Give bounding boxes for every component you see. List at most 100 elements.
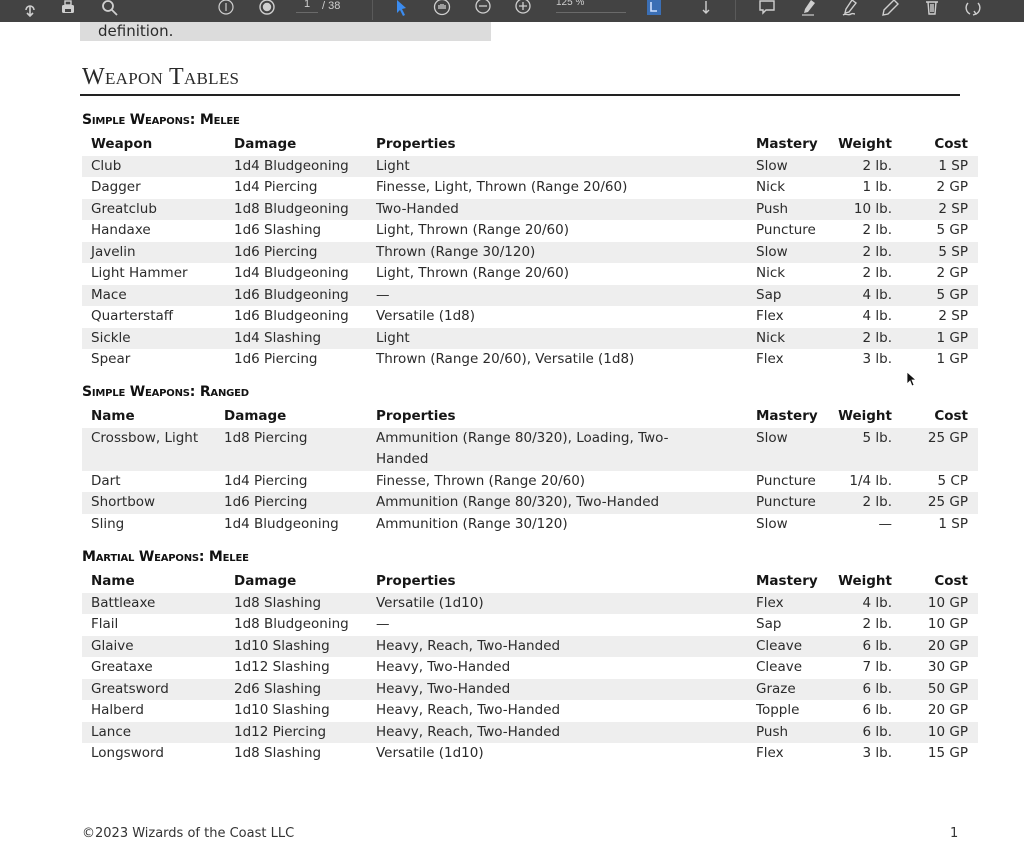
print-icon[interactable] xyxy=(57,0,79,18)
edit-icon[interactable] xyxy=(879,0,901,18)
cell-name: Spear xyxy=(91,351,131,367)
cell-weight: 3 lb. xyxy=(862,745,893,761)
cell-name: Lance xyxy=(91,723,132,740)
table-row: Greatsword 2d6 Slashing Heavy, Two-Handed G… xyxy=(82,678,978,700)
cell-mastery: Nick xyxy=(756,329,786,346)
cell-properties: Two-Handed xyxy=(376,200,459,217)
cell-weight: 2 lb. xyxy=(862,265,893,281)
sidebar-note-box: definition. xyxy=(80,22,491,41)
cell-name: Greataxe xyxy=(91,659,153,675)
table-row: Glaive 1d10 Slashing Heavy, Reach, Two-Han… xyxy=(82,635,978,657)
cell-weight: 4 lb. xyxy=(862,286,893,303)
zoom-out-icon[interactable] xyxy=(472,0,494,18)
cell-name: Club xyxy=(91,157,122,174)
comment-icon[interactable] xyxy=(756,0,778,18)
cell-properties: Ammunition (Range 80/320), Loading, Two-… xyxy=(376,429,669,468)
cell-properties: Light, Thrown (Range 20/60) xyxy=(376,265,569,281)
zoom-level-select[interactable]: 125 % xyxy=(556,0,626,13)
footer-page-number: 1 xyxy=(950,826,959,841)
delete-icon[interactable] xyxy=(921,0,943,18)
cell-properties: Ammunition (Range 80/320), Two-Handed xyxy=(376,494,660,510)
fit-page-icon[interactable] xyxy=(643,0,665,18)
table-row: Greatclub 1d8 Bludgeoning Two-Handed Push 10… xyxy=(82,198,978,220)
cell-properties: Heavy, Reach, Two-Handed xyxy=(376,637,561,654)
column-header-weight: Weight xyxy=(838,136,892,152)
cell-properties: Heavy, Two-Handed xyxy=(376,659,511,675)
cell-weight: 4 lb. xyxy=(862,594,893,611)
cell-name: Mace xyxy=(91,286,127,303)
column-header-name: Weapon xyxy=(91,136,153,152)
search-icon[interactable] xyxy=(99,0,121,18)
toolbar-divider xyxy=(372,0,373,20)
table-caption-martial-melee: Martial Weapons: Melee xyxy=(82,549,249,565)
cell-name: Greatsword xyxy=(91,680,169,697)
cell-properties: Light xyxy=(376,157,410,174)
cell-name: Glaive xyxy=(91,637,134,654)
cell-cost: 1 SP xyxy=(938,157,968,174)
scroll-icon[interactable] xyxy=(695,0,717,18)
cell-properties: Heavy, Reach, Two-Handed xyxy=(376,702,561,718)
cell-name: Battleaxe xyxy=(91,594,156,611)
highlight-icon[interactable] xyxy=(797,0,819,18)
cell-weight: 5 lb. xyxy=(862,429,893,446)
cell-damage: 1d6 Slashing xyxy=(234,222,322,238)
cell-cost: 2 GP xyxy=(936,265,968,281)
column-header-damage: Damage xyxy=(234,573,297,589)
cell-damage: 1d6 Piercing xyxy=(234,243,318,260)
cell-cost: 25 GP xyxy=(927,429,968,446)
table-simple-melee: Weapon Damage Properties Mastery Weight Cost C… xyxy=(82,134,978,371)
column-header-mastery: Mastery xyxy=(756,573,818,589)
title-rule xyxy=(80,94,960,96)
cell-weight: 7 lb. xyxy=(862,659,893,675)
cell-cost: 30 GP xyxy=(927,659,968,675)
table-header-row: Weapon Damage Properties Mastery Weight Cost xyxy=(82,134,978,156)
mouse-cursor-icon xyxy=(906,371,918,387)
cell-weight: 3 lb. xyxy=(862,351,893,367)
cell-properties: Finesse, Thrown (Range 20/60) xyxy=(376,472,586,489)
table-header-row: Name Damage Properties Mastery Weight Cost xyxy=(82,406,978,428)
select-pointer-icon[interactable] xyxy=(390,0,412,18)
cell-mastery: Puncture xyxy=(756,494,816,510)
table-row: Javelin 1d6 Piercing Thrown (Range 30/120)… xyxy=(82,241,978,263)
table-header-row: Name Damage Properties Mastery Weight Cost xyxy=(82,571,978,593)
cell-mastery: Sap xyxy=(756,286,782,303)
cell-cost: 2 SP xyxy=(938,200,968,217)
column-header-damage: Damage xyxy=(234,136,297,152)
cell-damage: 1d12 Piercing xyxy=(234,723,327,740)
cell-damage: 1d4 Bludgeoning xyxy=(224,515,339,532)
cell-weight: 2 lb. xyxy=(862,329,893,346)
table-row: Flail 1d8 Bludgeoning — Sap 2 lb. 10 GP xyxy=(82,614,978,636)
table-row: Shortbow 1d6 Piercing Ammunition (Range 80… xyxy=(82,492,978,514)
cell-weight: 1/4 lb. xyxy=(849,472,892,489)
section-title: Weapon Tables xyxy=(82,64,240,90)
cell-name: Shortbow xyxy=(91,494,156,510)
table-row: Lance 1d12 Piercing Heavy, Reach, Two-Hand… xyxy=(82,721,978,743)
page-up-icon[interactable] xyxy=(215,0,237,18)
cell-damage: 2d6 Slashing xyxy=(234,680,322,697)
cell-name: Crossbow, Light xyxy=(91,429,199,446)
cell-weight: 6 lb. xyxy=(862,723,893,740)
cell-name: Flail xyxy=(91,616,119,632)
upload-icon[interactable] xyxy=(19,0,41,18)
cell-properties: Light, Thrown (Range 20/60) xyxy=(376,222,569,238)
cell-properties: Heavy, Two-Handed xyxy=(376,680,511,697)
table-row: Halberd 1d10 Slashing Heavy, Reach, Two-Ha… xyxy=(82,700,978,722)
cell-properties: Finesse, Light, Thrown (Range 20/60) xyxy=(376,179,628,195)
page-down-icon[interactable] xyxy=(256,0,278,18)
cell-damage: 1d4 Bludgeoning xyxy=(234,157,349,174)
rotate-icon[interactable] xyxy=(962,0,984,18)
cell-cost: 5 CP xyxy=(937,472,968,489)
column-header-properties: Properties xyxy=(376,573,456,589)
sign-icon[interactable] xyxy=(838,0,860,18)
page-number-input[interactable]: 1 xyxy=(296,0,318,13)
table-row: Battleaxe 1d8 Slashing Versatile (1d10) Fle… xyxy=(82,592,978,614)
cell-damage: 1d6 Bludgeoning xyxy=(234,308,349,324)
cell-weight: 10 lb. xyxy=(853,200,892,217)
cell-damage: 1d4 Bludgeoning xyxy=(234,265,349,281)
cell-weight: 2 lb. xyxy=(862,616,893,632)
zoom-in-icon[interactable] xyxy=(512,0,534,18)
cell-weight: 2 lb. xyxy=(862,157,893,174)
column-header-name: Name xyxy=(91,408,135,424)
hand-tool-icon[interactable] xyxy=(431,0,453,18)
cell-cost: 1 SP xyxy=(938,515,968,532)
